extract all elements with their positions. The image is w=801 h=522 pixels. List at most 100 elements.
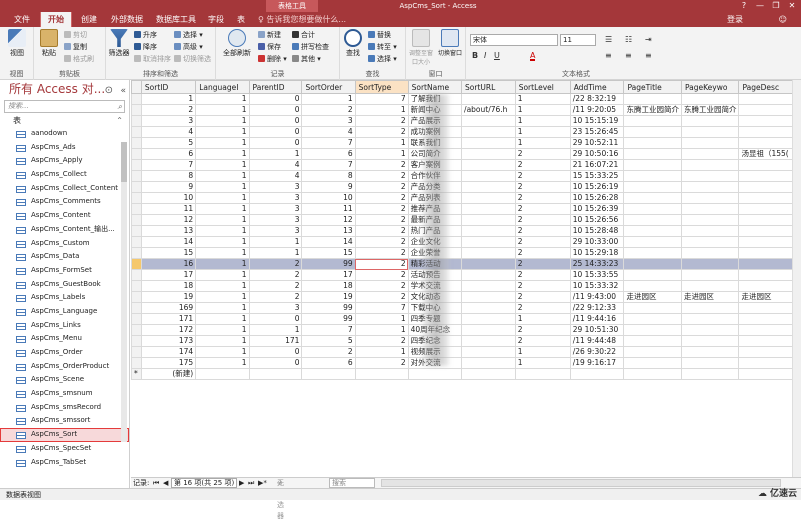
record-selector[interactable] — [131, 313, 142, 325]
table-cell[interactable]: 174 — [140, 346, 197, 358]
table-cell[interactable]: 18 — [140, 280, 197, 292]
table-cell[interactable]: 产品列表 — [407, 192, 463, 204]
column-header[interactable]: SortID — [140, 80, 197, 94]
copy-button[interactable]: 复制 — [64, 42, 87, 53]
table-cell[interactable] — [623, 170, 682, 182]
record-selector[interactable] — [131, 170, 142, 182]
table-cell[interactable]: 10 15:15:19 — [569, 115, 625, 127]
table-cell[interactable]: 10 15:26:39 — [569, 203, 625, 215]
table-cell[interactable] — [680, 368, 740, 380]
nav-table-item[interactable]: AspCms_Ads — [0, 141, 129, 155]
table-cell[interactable]: 17 — [301, 269, 356, 281]
table-cell[interactable]: 了解我们 — [407, 93, 463, 105]
paste-button[interactable]: 粘贴 — [36, 29, 62, 58]
table-cell[interactable]: 0 — [248, 126, 303, 138]
table-cell[interactable]: 171 — [248, 335, 303, 347]
column-header[interactable]: PageKeywo — [680, 80, 740, 94]
table-cell[interactable]: 1 — [195, 181, 250, 193]
table-cell[interactable]: 7 — [354, 93, 409, 105]
filter-button[interactable]: 筛选器 — [106, 29, 132, 58]
tab-create[interactable]: 创建 — [74, 12, 104, 27]
table-cell[interactable]: 10 15:29:18 — [569, 247, 625, 259]
record-selector[interactable] — [131, 93, 142, 105]
table-cell[interactable]: 1 — [514, 357, 571, 369]
delete-record-button[interactable]: 删除 ▾ — [258, 54, 287, 65]
record-selector[interactable] — [131, 269, 142, 281]
collapse-pane-icon[interactable]: « — [120, 82, 126, 100]
table-cell[interactable]: 1 — [514, 137, 571, 149]
font-color-button[interactable]: A — [530, 50, 536, 61]
column-header[interactable]: SortName — [407, 80, 463, 94]
table-cell[interactable]: 2 — [514, 302, 571, 314]
nav-table-item[interactable]: AspCms_Collect — [0, 168, 129, 182]
table-cell[interactable]: 0 — [248, 346, 303, 358]
table-cell[interactable]: 7 — [301, 324, 356, 336]
nav-search-input[interactable]: 搜索... ⌕ — [4, 100, 125, 113]
table-cell[interactable]: 2 — [248, 258, 303, 270]
table-cell[interactable]: 3 — [301, 115, 356, 127]
record-selector[interactable] — [131, 236, 142, 248]
table-row[interactable]: 172 1 1 7 1 40周年纪念 2 29 10:51:30 — [131, 324, 801, 336]
table-cell[interactable]: 1 — [195, 137, 250, 149]
table-cell[interactable] — [680, 346, 740, 358]
table-cell[interactable]: 4 — [248, 159, 303, 171]
nav-table-item[interactable]: AspCms_Sort — [0, 428, 129, 442]
datasheet-vertical-scrollbar[interactable] — [792, 80, 801, 477]
table-cell[interactable]: 1 — [354, 346, 409, 358]
table-row[interactable]: 3 1 0 3 2 产品展示 1 10 15:15:19 — [131, 115, 801, 127]
column-header[interactable]: SortURL — [461, 80, 516, 94]
table-cell[interactable]: 2 — [354, 115, 409, 127]
tab-fields[interactable]: 字段 — [204, 12, 228, 27]
close-button[interactable]: ✕ — [784, 0, 800, 12]
table-cell[interactable]: 1 — [195, 313, 250, 325]
table-cell[interactable]: 0 — [248, 93, 303, 105]
table-cell[interactable]: 1 — [354, 324, 409, 336]
table-cell[interactable]: 7 — [301, 159, 356, 171]
table-cell[interactable]: 推荐产品 — [407, 203, 463, 215]
table-row[interactable]: 7 1 4 7 2 客户案例 2 21 16:07:21 — [131, 159, 801, 171]
table-cell[interactable] — [514, 368, 571, 380]
nav-table-item[interactable]: AspCms_Labels — [0, 291, 129, 305]
table-cell[interactable]: 2 — [354, 236, 409, 248]
table-cell[interactable] — [680, 203, 740, 215]
table-cell[interactable]: 1 — [195, 148, 250, 160]
table-cell[interactable]: 2 — [354, 280, 409, 292]
table-cell[interactable]: 1 — [354, 313, 409, 325]
nav-table-item[interactable]: AspCms_Content_输出... — [0, 223, 129, 237]
table-cell[interactable]: 21 16:07:21 — [569, 159, 625, 171]
table-cell[interactable]: 3 — [248, 214, 303, 226]
nav-table-item[interactable]: AspCms_Menu — [0, 332, 129, 346]
table-cell[interactable]: 13 — [140, 225, 197, 237]
table-cell[interactable] — [680, 192, 740, 204]
minimize-button[interactable]: — — [752, 0, 768, 12]
record-selector[interactable] — [131, 258, 142, 270]
account-icon[interactable]: ☺ — [779, 12, 787, 27]
table-cell[interactable]: /26 9:30:22 — [569, 346, 625, 358]
table-cell[interactable]: 12 — [301, 214, 356, 226]
table-cell[interactable] — [623, 225, 682, 237]
table-cell[interactable]: 1 — [514, 313, 571, 325]
table-cell[interactable] — [680, 269, 740, 281]
table-cell[interactable] — [680, 324, 740, 336]
help-button[interactable]: ? — [736, 0, 752, 12]
table-row[interactable]: 2 1 0 2 1 新闻中心/about/76.h 1/11 9:20:05 东腾工业园简介东… — [131, 104, 801, 116]
table-cell[interactable] — [461, 302, 516, 314]
tab-database-tools[interactable]: 数据库工具 — [150, 12, 202, 27]
table-cell[interactable]: 1 — [195, 280, 250, 292]
table-cell[interactable]: 2 — [354, 269, 409, 281]
table-cell[interactable]: 3 — [248, 181, 303, 193]
table-row[interactable]: 11 1 3 11 2 推荐产品 2 10 15:26:39 — [131, 203, 801, 215]
sign-in-link[interactable]: 登录 — [727, 12, 743, 27]
table-cell[interactable]: 文化动态 — [407, 291, 463, 303]
table-cell[interactable] — [680, 126, 740, 138]
table-cell[interactable]: 2 — [514, 181, 571, 193]
table-cell[interactable]: 2 — [514, 335, 571, 347]
table-row[interactable]: 14 1 1 14 2 企业文化 2 29 10:33:00 — [131, 236, 801, 248]
table-cell[interactable]: 2 — [514, 280, 571, 292]
table-cell[interactable]: /19 9:16:17 — [569, 357, 625, 369]
table-cell[interactable]: /11 9:43:00 — [569, 291, 625, 303]
table-cell[interactable]: 学术交流 — [407, 280, 463, 292]
table-cell[interactable] — [623, 324, 682, 336]
numbering-icon[interactable]: ☷ — [625, 34, 632, 45]
table-cell[interactable]: 新闻中心 — [407, 104, 463, 116]
